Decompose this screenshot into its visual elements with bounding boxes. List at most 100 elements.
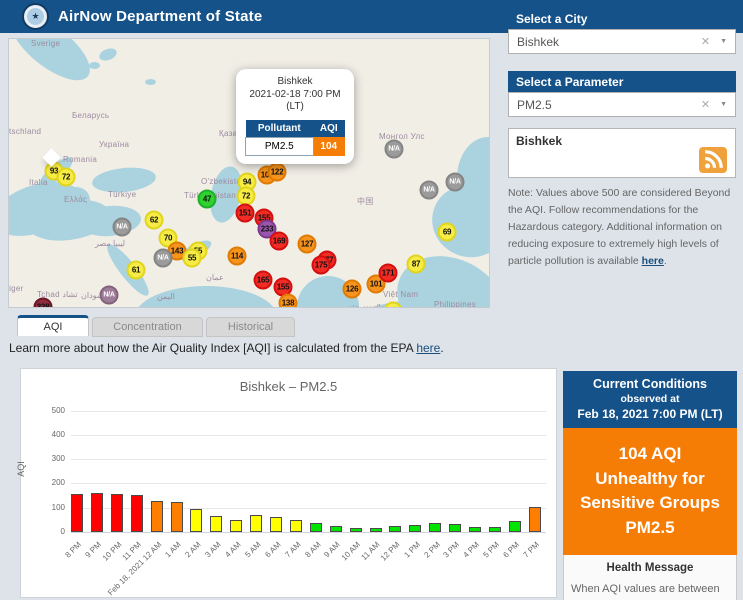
chart-x-tick: 12 PM (379, 540, 402, 563)
chart-y-tick: 0 (21, 527, 65, 536)
note-here-link[interactable]: here (642, 255, 664, 267)
water-shape (145, 79, 156, 85)
aqi-marker[interactable]: 138 (279, 294, 298, 309)
aqi-marker[interactable]: 114 (228, 247, 247, 266)
map-country-label: Україна (99, 140, 129, 149)
aqi-marker[interactable]: 126 (343, 280, 362, 299)
map-popup[interactable]: Bishkek 2021-02-18 7:00 PM (LT) Pollutan… (236, 69, 354, 164)
aqi-marker[interactable]: 127 (298, 235, 317, 254)
eagle-icon: ★ (27, 8, 44, 25)
tab-historical[interactable]: Historical (206, 317, 295, 337)
chart-x-tick: 7 PM (522, 540, 542, 560)
popup-pollutant-value: PM2.5 (246, 137, 314, 155)
page-title: AirNow Department of State (58, 8, 262, 25)
chart-bar[interactable] (449, 524, 461, 532)
chart-y-tick: 200 (21, 478, 65, 487)
chart-x-tick: 4 PM (462, 540, 482, 560)
aqi-marker[interactable]: 55 (183, 249, 202, 268)
chart-bar[interactable] (91, 493, 103, 532)
chart-bar[interactable] (509, 521, 521, 532)
chart-bar[interactable] (71, 494, 83, 532)
aqi-marker[interactable]: 69 (438, 223, 457, 242)
chart-bar[interactable] (429, 523, 441, 532)
clear-city-icon[interactable]: ✕ (701, 35, 710, 48)
chart-bar[interactable] (310, 523, 322, 532)
chart-bar[interactable] (250, 515, 262, 532)
chart-gridline (71, 483, 546, 484)
chart-bar[interactable] (350, 528, 362, 532)
popup-pollutant-header: Pollutant (246, 120, 314, 138)
chart-bar[interactable] (230, 520, 242, 532)
parameter-select[interactable]: PM2.5 ✕ ▼ (508, 92, 736, 117)
chevron-down-icon[interactable]: ▼ (720, 38, 727, 45)
observed-datetime: Feb 18, 2021 7:00 PM (LT) (567, 407, 733, 421)
aqi-marker[interactable]: 169 (270, 232, 289, 251)
chart-y-tick: 400 (21, 430, 65, 439)
aqi-map[interactable]: Sverige Беларусь tschland УкраїнаRomania Ita… (8, 38, 490, 308)
popup-aqi-table: Pollutant AQI PM2.5 104 (245, 120, 345, 156)
chart-x-tick: 8 PM (64, 540, 84, 560)
map-country-label: Philippines (434, 300, 476, 308)
chart-x-tick: 5 AM (243, 540, 262, 559)
learn-more-before: Learn more about how the Air Quality Ind… (9, 341, 416, 355)
chart-x-tick: 3 PM (442, 540, 462, 560)
city-select[interactable]: Bishkek ✕ ▼ (508, 29, 736, 54)
chart-bar[interactable] (131, 495, 143, 532)
chart-x-tick: 7 AM (283, 540, 302, 559)
aqi-marker-na[interactable]: N/A (420, 181, 439, 200)
chart-bar[interactable] (370, 528, 382, 532)
airnow-page: ★ AirNow Department of State Sverige Бела… (0, 0, 743, 600)
aqi-marker[interactable]: 175 (312, 256, 331, 275)
aqi-marker[interactable]: 61 (127, 261, 146, 280)
epa-learn-more-link[interactable]: here (416, 341, 440, 355)
chart-bar[interactable] (529, 507, 541, 532)
map-country-label: Romania (63, 155, 97, 164)
chart-bar[interactable] (290, 520, 302, 532)
aqi-marker-na[interactable]: N/A (100, 286, 119, 305)
chart-bar[interactable] (171, 502, 183, 532)
chart-bar[interactable] (409, 525, 421, 532)
chart-bar[interactable] (151, 501, 163, 532)
chart-x-tick: 6 PM (502, 540, 522, 560)
aqi-marker[interactable]: 122 (268, 163, 287, 182)
chart-bar[interactable] (469, 527, 481, 532)
tab-concentration[interactable]: Concentration (92, 317, 203, 337)
map-country-label: tschland (9, 127, 41, 136)
aqi-marker[interactable]: 328 (34, 298, 53, 309)
select-parameter-header: Select a Parameter (508, 71, 736, 92)
current-conditions-title: Current Conditions (567, 377, 733, 391)
chevron-down-icon[interactable]: ▼ (720, 101, 727, 108)
chart-bar[interactable] (489, 527, 501, 532)
map-country-label: Sverige (31, 39, 60, 48)
rss-city-label: Bishkek (516, 134, 728, 148)
clear-parameter-icon[interactable]: ✕ (701, 98, 710, 111)
map-country-label: ليبيا (113, 239, 125, 248)
chart-bar[interactable] (210, 516, 222, 532)
chart-bar[interactable] (190, 509, 202, 532)
chart-y-tick: 500 (21, 406, 65, 415)
aqi-marker[interactable]: 62 (145, 211, 164, 230)
aqi-marker-na[interactable]: N/A (446, 173, 465, 192)
water-shape (89, 62, 100, 69)
map-country-label: Italia (29, 178, 48, 187)
aqi-marker[interactable]: 87 (407, 255, 426, 274)
aqi-marker[interactable]: 171 (379, 264, 398, 283)
aqi-marker[interactable]: 151 (236, 204, 255, 223)
chart-x-tick: 10 PM (100, 540, 123, 563)
chart-bar[interactable] (111, 494, 123, 532)
chart-x-tick: 10 AM (340, 540, 362, 562)
aqi-marker[interactable]: 165 (254, 271, 273, 290)
aqi-marker[interactable]: 72 (57, 168, 76, 187)
tab-aqi[interactable]: AQI (17, 315, 89, 336)
aqi-marker-na[interactable]: N/A (154, 249, 173, 268)
aqi-marker-na[interactable]: N/A (113, 218, 132, 237)
chart-bar[interactable] (270, 517, 282, 532)
map-country-label: Беларусь (72, 111, 109, 120)
select-city-header: Select a City (508, 8, 736, 29)
aqi-marker-na[interactable]: N/A (385, 140, 404, 159)
rss-icon[interactable] (699, 147, 727, 173)
chart-bar[interactable] (389, 526, 401, 532)
chart-bar[interactable] (330, 526, 342, 532)
current-conditions-header: Current Conditions observed at Feb 18, 2… (563, 371, 737, 428)
aqi-marker[interactable]: 47 (198, 190, 217, 209)
